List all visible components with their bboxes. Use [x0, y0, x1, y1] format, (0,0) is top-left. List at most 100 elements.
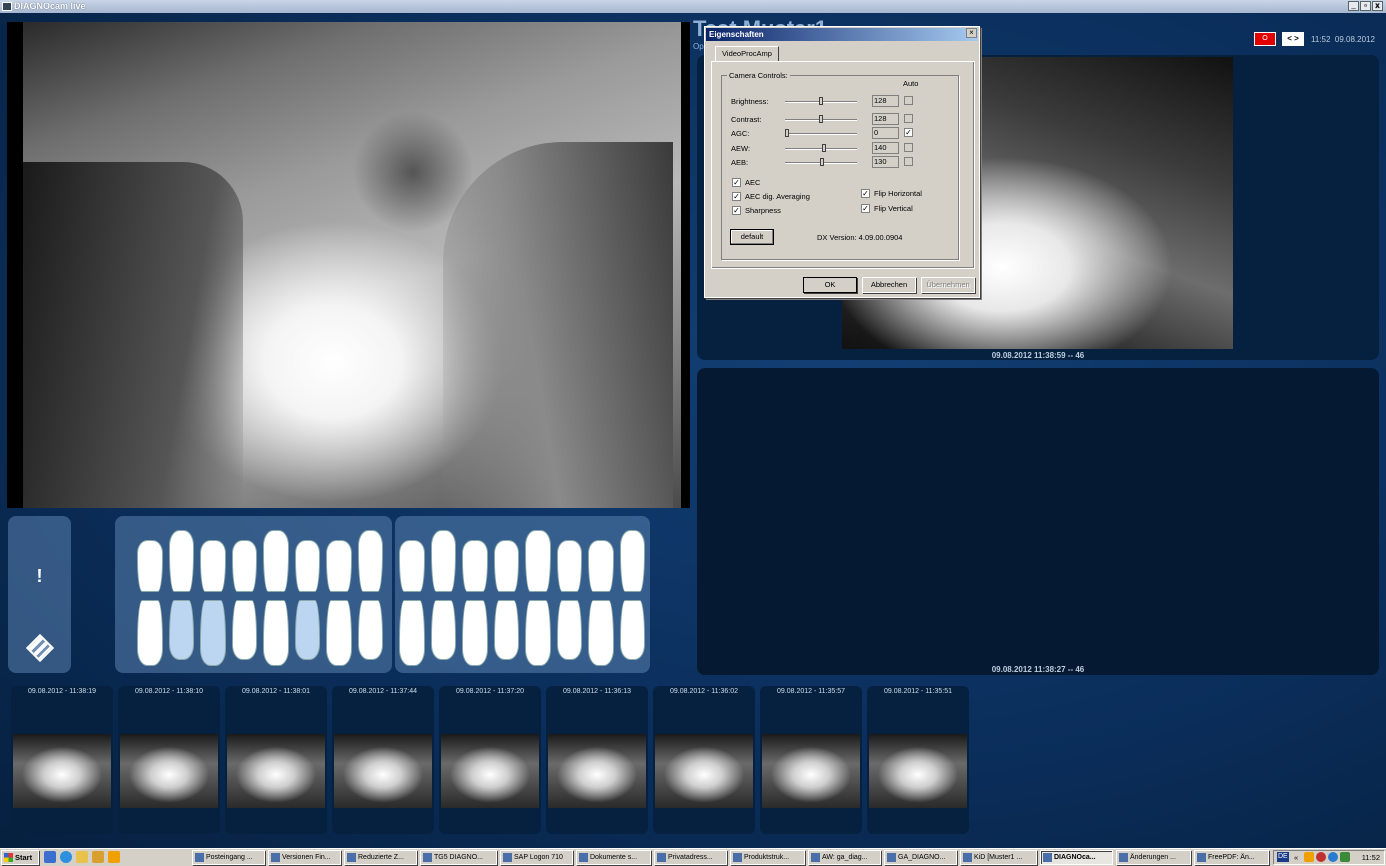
taskbar-button[interactable]: Produktstruk...	[730, 850, 805, 865]
tray-antivirus-icon[interactable]	[1316, 852, 1326, 862]
upper-tooth[interactable]	[168, 530, 194, 592]
lower-tooth[interactable]	[462, 600, 488, 666]
tooth-chart-left-quadrants[interactable]	[395, 516, 650, 673]
control-slider[interactable]	[785, 97, 857, 105]
upper-tooth[interactable]	[525, 530, 551, 592]
snapshot-view-bottom[interactable]: 09.08.2012 11:38:27 -- 46	[697, 368, 1379, 675]
folder-icon[interactable]	[76, 851, 88, 863]
ok-button[interactable]: OK	[803, 277, 857, 293]
lower-tooth[interactable]	[168, 600, 194, 660]
lower-tooth[interactable]	[137, 600, 163, 666]
flip-horizontal-checkbox[interactable]: ✓	[861, 189, 870, 198]
tooth-chart-right-quadrants[interactable]	[115, 516, 392, 673]
auto-checkbox[interactable]	[904, 157, 913, 166]
taskbar-button[interactable]: FreePDF: Än...	[1194, 850, 1269, 865]
tray-network-icon[interactable]	[1328, 852, 1338, 862]
taskbar-button[interactable]: Reduzierte Z...	[344, 850, 417, 865]
thumbnail[interactable]: 09.08.2012 - 11:37:44	[332, 686, 434, 834]
nav-toggle-button[interactable]: < >	[1282, 32, 1304, 46]
taskbar-button[interactable]: SAP Logon 710	[500, 850, 573, 865]
language-indicator[interactable]: DE	[1277, 852, 1289, 862]
lower-tooth[interactable]	[525, 600, 551, 666]
taskbar-button[interactable]: TG5 DIAGNO...	[420, 850, 497, 865]
upper-tooth[interactable]	[430, 530, 456, 592]
tray-expand-icon[interactable]: «	[1294, 851, 1298, 864]
thumbnail[interactable]: 09.08.2012 - 11:38:01	[225, 686, 327, 834]
aec-checkbox[interactable]: ✓	[732, 178, 741, 187]
default-button[interactable]: default	[730, 229, 774, 245]
taskbar-button[interactable]: Dokumente s...	[576, 850, 651, 865]
desktop-icon[interactable]	[44, 851, 56, 863]
upper-tooth[interactable]	[357, 530, 383, 592]
ie-icon[interactable]	[60, 851, 72, 863]
slider-thumb[interactable]	[819, 158, 824, 166]
upper-tooth[interactable]	[294, 540, 320, 592]
lower-tooth[interactable]	[200, 600, 226, 666]
dialog-close-button[interactable]: ×	[966, 28, 977, 38]
thumbnail[interactable]: 09.08.2012 - 11:35:51	[867, 686, 969, 834]
sharpness-checkbox[interactable]: ✓	[732, 206, 741, 215]
thumbnail[interactable]: 09.08.2012 - 11:36:02	[653, 686, 755, 834]
auto-checkbox[interactable]	[904, 96, 913, 105]
tab-videoprocamp[interactable]: VideoProcAmp	[715, 46, 779, 62]
thumbnail[interactable]: 09.08.2012 - 11:37:20	[439, 686, 541, 834]
lower-tooth[interactable]	[588, 600, 614, 666]
upper-tooth[interactable]	[263, 530, 289, 592]
maximize-button[interactable]: ▫	[1360, 1, 1371, 11]
control-slider[interactable]	[785, 144, 857, 152]
upper-tooth[interactable]	[493, 540, 519, 592]
lower-tooth[interactable]	[430, 600, 456, 660]
slider-thumb[interactable]	[819, 115, 823, 123]
tray-outlook-icon[interactable]	[1304, 852, 1314, 862]
lower-tooth[interactable]	[493, 600, 519, 660]
taskbar-button[interactable]: Versionen Fin...	[268, 850, 341, 865]
lower-tooth[interactable]	[619, 600, 645, 660]
record-button[interactable]: O	[1254, 32, 1276, 46]
auto-checkbox[interactable]	[904, 143, 913, 152]
taskbar-button[interactable]: Posteingang ...	[192, 850, 265, 865]
control-value[interactable]: 130	[872, 156, 899, 168]
outlook-icon[interactable]	[108, 851, 120, 863]
slider-thumb[interactable]	[785, 129, 789, 137]
close-button[interactable]: x	[1372, 1, 1383, 11]
control-slider[interactable]	[785, 158, 857, 166]
apply-button[interactable]: Übernehmen	[921, 277, 975, 293]
taskbar-button[interactable]: AW: ga_diag...	[808, 850, 881, 865]
upper-tooth[interactable]	[588, 540, 614, 592]
warning-panel[interactable]: !	[8, 516, 71, 673]
taskbar-button[interactable]: Änderungen ...	[1116, 850, 1191, 865]
slider-thumb[interactable]	[822, 144, 827, 152]
thumbnail[interactable]: 09.08.2012 - 11:38:19	[11, 686, 113, 834]
tray-update-icon[interactable]	[1340, 852, 1350, 862]
upper-tooth[interactable]	[619, 530, 645, 592]
cancel-button[interactable]: Abbrechen	[862, 277, 916, 293]
taskbar-button[interactable]: GA_DIAGNO...	[884, 850, 957, 865]
auto-checkbox[interactable]: ✓	[904, 128, 913, 137]
control-value[interactable]: 140	[872, 142, 899, 154]
lower-tooth[interactable]	[231, 600, 257, 660]
upper-tooth[interactable]	[462, 540, 488, 592]
upper-tooth[interactable]	[200, 540, 226, 592]
control-slider[interactable]	[785, 115, 857, 123]
lower-tooth[interactable]	[357, 600, 383, 660]
control-slider[interactable]	[785, 129, 857, 137]
flip-vertical-checkbox[interactable]: ✓	[861, 204, 870, 213]
lower-tooth[interactable]	[263, 600, 289, 666]
taskbar-button[interactable]: Privatadress...	[654, 850, 727, 865]
upper-tooth[interactable]	[137, 540, 163, 592]
lower-tooth[interactable]	[294, 600, 320, 660]
control-value[interactable]: 0	[872, 127, 899, 139]
lower-tooth[interactable]	[399, 600, 425, 666]
live-camera-view[interactable]	[7, 22, 690, 508]
window-titlebar[interactable]: DIAGNOcam live _ ▫ x	[0, 0, 1386, 13]
upper-tooth[interactable]	[556, 540, 582, 592]
auto-checkbox[interactable]	[904, 114, 913, 123]
dialog-title[interactable]: Eigenschaften	[706, 28, 978, 41]
minimize-button[interactable]: _	[1348, 1, 1359, 11]
control-value[interactable]: 128	[872, 113, 899, 125]
upper-tooth[interactable]	[399, 540, 425, 592]
upper-tooth[interactable]	[231, 540, 257, 592]
aec-avg-checkbox[interactable]: ✓	[732, 192, 741, 201]
control-value[interactable]: 128	[872, 95, 899, 107]
thumbnail[interactable]: 09.08.2012 - 11:35:57	[760, 686, 862, 834]
